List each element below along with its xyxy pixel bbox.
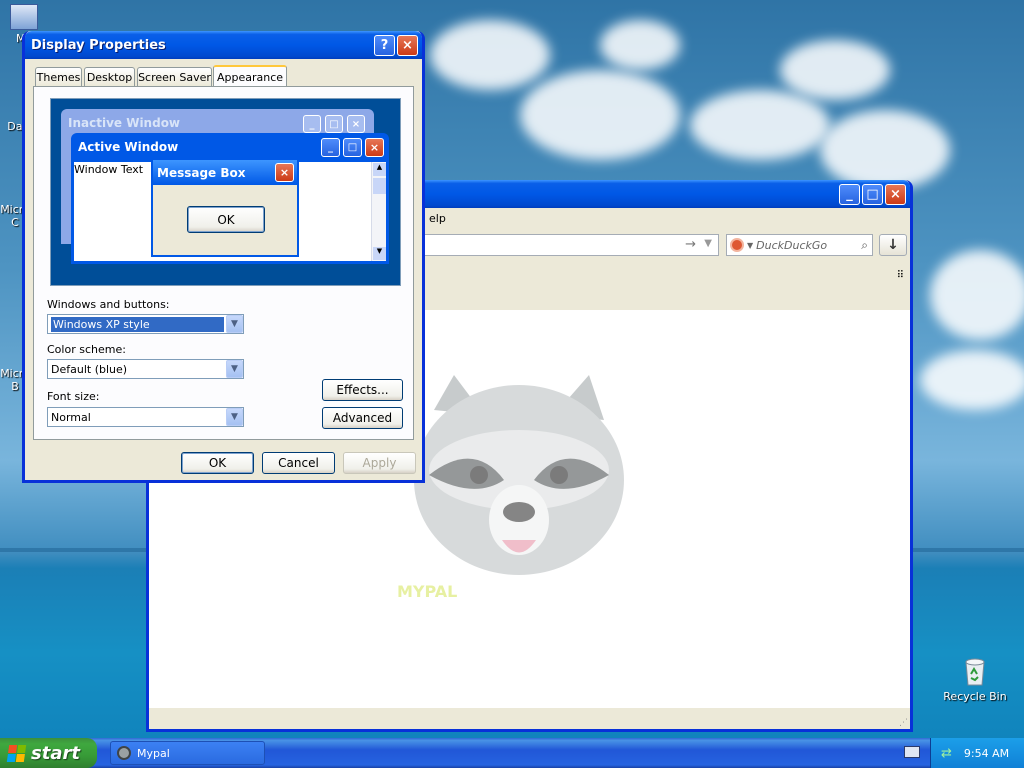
preview-minimize-icon: _ (303, 115, 321, 133)
tab-desktop[interactable]: Desktop (84, 67, 135, 86)
duckduckgo-icon[interactable] (730, 238, 744, 252)
clock[interactable]: 9:54 AM (964, 747, 1009, 760)
windows-buttons-select[interactable]: Windows XP style ▼ (47, 314, 244, 334)
effects-button[interactable]: Effects... (322, 379, 403, 401)
tab-label: Themes (36, 70, 81, 84)
tab-panel: Inactive Window _ □ × Active Window _ □ … (33, 86, 414, 440)
close-icon: × (890, 186, 901, 202)
scroll-up-icon: ▲ (373, 163, 386, 176)
ok-button[interactable]: OK (181, 452, 254, 474)
preview-close-icon: × (347, 115, 365, 133)
tab-themes[interactable]: Themes (35, 67, 82, 86)
search-bar[interactable]: ▼ DuckDuckGo ⌕ (726, 234, 873, 256)
mypal-app-icon (117, 746, 131, 760)
computer-icon (10, 4, 38, 30)
preview-scrollbar: ▲ ▼ (371, 162, 386, 261)
help-button[interactable]: ? (374, 34, 395, 56)
keyboard-icon[interactable] (904, 746, 920, 758)
tab-label: Appearance (216, 70, 284, 84)
cancel-button[interactable]: Cancel (262, 452, 335, 474)
desktop-icon-label-line2: B (11, 380, 19, 393)
color-scheme-label: Color scheme: (47, 343, 126, 356)
system-tray: ⇄ 9:54 AM (930, 738, 1024, 768)
advanced-button[interactable]: Advanced (322, 407, 403, 429)
preview-close-icon: × (365, 138, 384, 157)
button-label: Cancel (278, 456, 319, 470)
tab-list-icon[interactable]: ⠿ (897, 270, 904, 281)
button-label: Apply (362, 456, 397, 470)
maximize-icon: □ (866, 186, 879, 202)
window-text: Window Text (74, 163, 144, 176)
font-size-select[interactable]: Normal ▼ (47, 407, 244, 427)
button-label: OK (208, 456, 227, 470)
browser-statusbar: ⋰ (149, 708, 910, 729)
search-placeholder: DuckDuckGo (756, 238, 828, 252)
desktop-icon-label: Recycle Bin (943, 690, 1007, 703)
recycle-bin-icon (959, 656, 991, 688)
start-button[interactable]: start (0, 738, 97, 768)
preview-message-box: Message Box × OK (151, 160, 299, 257)
menu-help[interactable]: elp (429, 212, 446, 225)
maximize-button[interactable]: □ (862, 183, 883, 205)
download-button[interactable]: ↓ (879, 234, 907, 256)
button-label: OK (217, 212, 235, 227)
dialog-titlebar[interactable]: Display Properties ? × (25, 31, 422, 59)
preview-minimize-icon: _ (321, 138, 340, 157)
minimize-button[interactable]: _ (839, 183, 860, 205)
font-size-label: Font size: (47, 390, 100, 403)
desktop-icon-label-line2: C (11, 216, 19, 229)
close-button[interactable]: × (885, 183, 906, 205)
apply-button[interactable]: Apply (343, 452, 416, 474)
engine-dropdown-icon: ▼ (747, 240, 754, 250)
message-box-titlebar: Message Box × (153, 160, 297, 185)
appearance-preview: Inactive Window _ □ × Active Window _ □ … (50, 98, 401, 286)
chevron-down-icon[interactable]: ▼ (226, 408, 243, 426)
tab-screen-saver[interactable]: Screen Saver (137, 67, 212, 86)
windows-logo-icon (6, 744, 27, 762)
taskbar: start Mypal ⇄ 9:54 AM (0, 738, 1024, 768)
active-window-title: Active Window (78, 140, 179, 154)
close-icon: × (402, 37, 413, 53)
button-label: Advanced (332, 411, 393, 425)
close-button[interactable]: × (397, 34, 418, 56)
resize-grip-icon[interactable]: ⋰ (899, 718, 908, 728)
go-arrow-icon[interactable]: → (685, 237, 696, 252)
inactive-window-title: Inactive Window (68, 116, 181, 130)
tab-appearance[interactable]: Appearance (213, 65, 287, 87)
minimize-icon: _ (846, 186, 853, 202)
help-icon: ? (380, 37, 389, 53)
button-label: Effects... (336, 383, 389, 397)
task-label: Mypal (137, 746, 170, 760)
scroll-thumb (373, 178, 386, 194)
preview-maximize-icon: □ (325, 115, 343, 133)
color-scheme-select[interactable]: Default (blue) ▼ (47, 359, 244, 379)
display-properties-dialog: Display Properties ? × Themes Desktop Sc… (22, 31, 425, 483)
message-box-ok-button: OK (187, 206, 265, 233)
select-value: Default (blue) (51, 362, 128, 376)
desktop-icon-recycle-bin[interactable]: Recycle Bin (942, 656, 1008, 703)
tab-label: Desktop (86, 70, 133, 84)
url-bar[interactable]: → ▼ (419, 234, 719, 256)
chevron-down-icon[interactable]: ▼ (226, 315, 243, 333)
url-dropdown-icon[interactable]: ▼ (704, 238, 712, 249)
chevron-down-icon[interactable]: ▼ (226, 360, 243, 378)
preview-maximize-icon: □ (343, 138, 362, 157)
taskbar-item-mypal[interactable]: Mypal (110, 741, 265, 765)
message-box-title: Message Box (157, 165, 246, 180)
select-value: Windows XP style (51, 316, 224, 332)
scroll-down-icon: ▼ (373, 247, 386, 260)
network-icon[interactable]: ⇄ (941, 746, 952, 761)
message-box-close-icon: × (275, 163, 294, 182)
dialog-title: Display Properties (31, 37, 166, 53)
search-icon[interactable]: ⌕ (861, 238, 868, 253)
download-arrow-icon: ↓ (887, 237, 899, 253)
select-value: Normal (51, 410, 91, 424)
windows-buttons-label: Windows and buttons: (47, 298, 170, 311)
mypal-mascot-image (414, 375, 624, 575)
start-label: start (31, 742, 80, 764)
tab-label: Screen Saver (138, 70, 211, 84)
mypal-logo-text: MYPAL (397, 582, 458, 601)
